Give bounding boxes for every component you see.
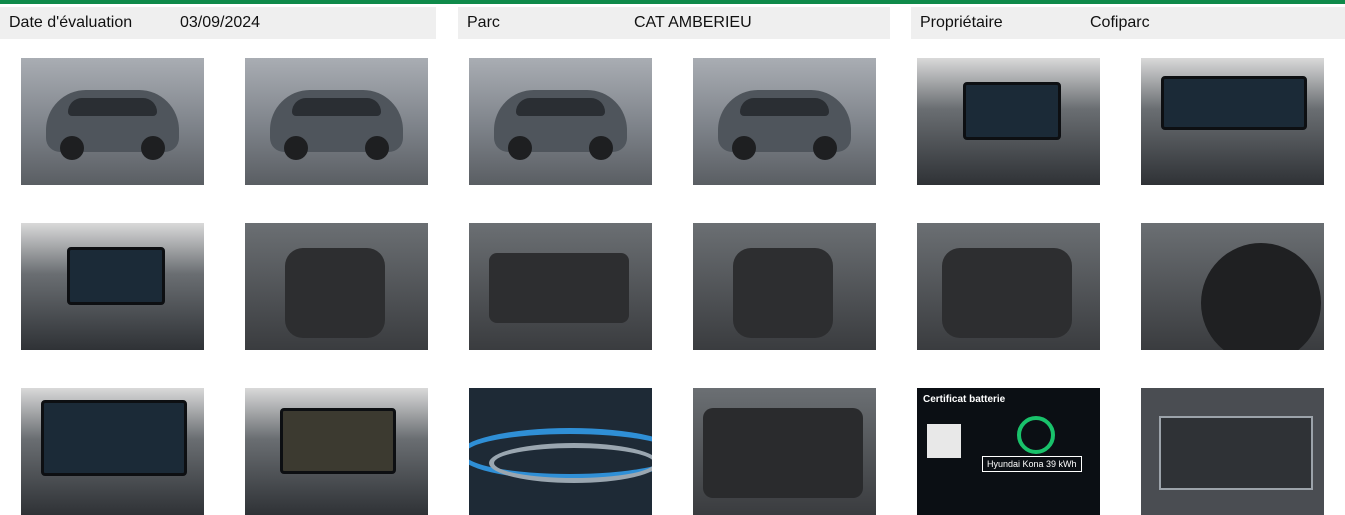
photo-battery-certificate[interactable]: Certificat batterie Hyundai Kona 39 kWh [917,388,1100,515]
photo-rear-right[interactable] [469,58,652,185]
photo-rear-seats[interactable] [917,223,1100,350]
evaluation-date-header: Date d'évaluation 03/09/2024 [0,7,436,39]
car-shape [46,90,179,160]
photo-trunk[interactable] [469,223,652,350]
photo-front-right[interactable] [693,58,876,185]
certificate-title: Certificat batterie [923,394,1006,405]
car-shape [494,90,627,160]
photo-interior-dashboard[interactable] [917,58,1100,185]
evaluation-date-label: Date d'évaluation [9,14,133,31]
photo-rear-camera-screen[interactable] [245,388,428,515]
photo-steering-wheel[interactable] [1141,223,1324,350]
top-accent-line [0,0,1345,4]
park-label: Parc [467,14,500,31]
cable-shape [469,388,652,515]
evaluation-date-value: 03/09/2024 [180,14,261,31]
spare-kit-shape [693,388,876,515]
photo-instrument-cluster[interactable] [1141,58,1324,185]
photo-spare-kit[interactable] [693,388,876,515]
owner-label: Propriétaire [920,14,1003,31]
rear-camera-shape [245,388,428,515]
park-header: Parc CAT AMBERIEU [458,7,890,39]
certificate-model: Hyundai Kona 39 kWh [982,456,1082,472]
photo-navigation-screen[interactable] [21,388,204,515]
infotainment-shape [21,223,204,350]
battery-gauge-icon [1017,416,1055,454]
vin-plate-shape [1141,388,1324,515]
photo-front-left[interactable] [21,58,204,185]
steering-shape [1141,223,1324,350]
trunk-shape [469,223,652,350]
photo-infotainment[interactable] [21,223,204,350]
battery-certificate: Certificat batterie Hyundai Kona 39 kWh [917,388,1100,515]
cluster-shape [1141,58,1324,185]
photo-manuals-seat[interactable] [245,223,428,350]
photo-charging-cables[interactable] [469,388,652,515]
seat-shape [245,223,428,350]
photo-front-seats[interactable] [693,223,876,350]
owner-value: Cofiparc [1090,14,1150,31]
dashboard-shape [917,58,1100,185]
photo-vin-plate[interactable] [1141,388,1324,515]
navigation-shape [21,388,204,515]
photo-rear-left[interactable] [245,58,428,185]
seat-shape [693,223,876,350]
car-shape [718,90,851,160]
car-shape [270,90,403,160]
park-value: CAT AMBERIEU [634,14,752,31]
seat-shape [917,223,1100,350]
qr-code-icon [927,424,961,458]
owner-header: Propriétaire Cofiparc [911,7,1345,39]
